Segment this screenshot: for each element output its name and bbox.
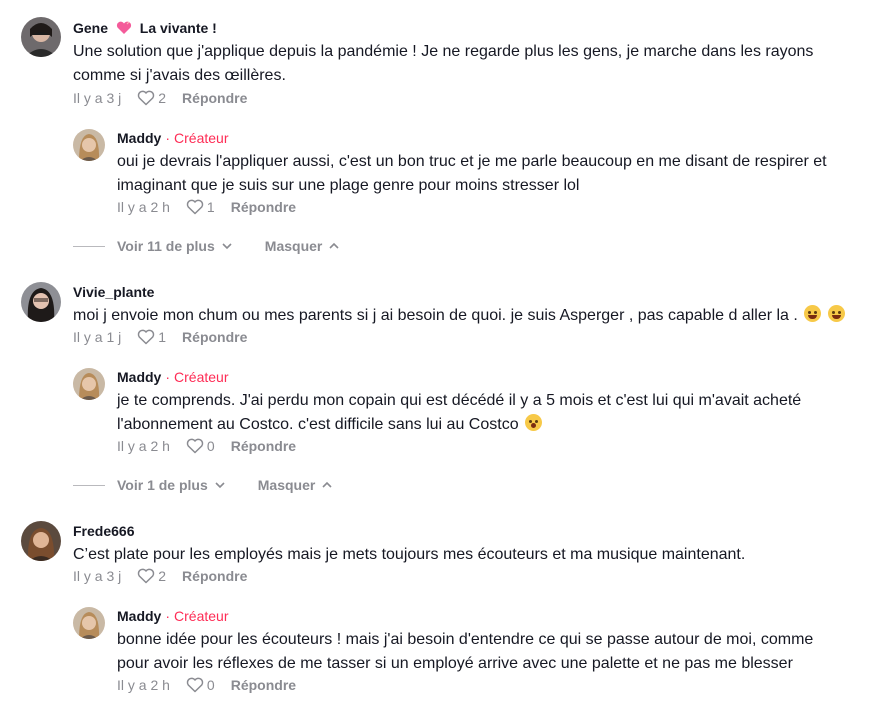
heart-outline-icon[interactable] xyxy=(186,677,204,693)
comment-line: bonne idée pour les écouteurs ! mais j'a… xyxy=(117,631,814,648)
comment-line: comme si j'avais des œillères. xyxy=(73,67,286,84)
hide-button[interactable]: Masquer xyxy=(258,477,334,493)
hide-label: Masquer xyxy=(257,477,316,493)
reply-username[interactable]: Maddy · Créateur xyxy=(117,369,228,385)
smiling-face-emoji xyxy=(827,305,845,322)
username-suffix: La vivante ! xyxy=(139,20,217,36)
replies-controls: Voir 1 de plus Masquer xyxy=(73,477,333,493)
chevron-down-icon xyxy=(222,243,232,250)
username-text[interactable]: Maddy xyxy=(117,608,161,624)
chevron-down-icon xyxy=(215,482,225,489)
like-button[interactable]: 2 xyxy=(137,568,166,584)
heart-outline-icon[interactable] xyxy=(137,90,155,106)
comment-time: Il y a 2 h xyxy=(117,438,170,454)
divider xyxy=(73,484,105,486)
comment-username[interactable]: Vivie_plante xyxy=(73,284,154,300)
smiling-face-emoji xyxy=(804,305,822,322)
reply-meta: Il y a 2 h 0 Répondre xyxy=(117,677,296,693)
reply-text: oui je devrais l'appliquer aussi, c'est … xyxy=(117,150,827,198)
heart-outline-icon[interactable] xyxy=(186,199,204,215)
like-button[interactable]: 1 xyxy=(137,329,166,345)
comment-text: C’est plate pour les employés mais je me… xyxy=(73,543,745,567)
like-count: 1 xyxy=(206,199,215,215)
creator-badge: Créateur xyxy=(174,130,229,146)
username-text[interactable]: Maddy xyxy=(117,369,161,385)
replies-controls: Voir 11 de plus Masquer xyxy=(73,238,340,254)
view-more-label: Voir 11 de plus xyxy=(117,238,215,254)
chevron-up-icon xyxy=(329,242,339,249)
comment-line: moi j envoie mon chum ou mes parents si … xyxy=(73,307,798,324)
comment-line: pour avoir les réflexes de me tasser si … xyxy=(117,655,793,672)
comment-meta: Il y a 3 j 2 Répondre xyxy=(73,568,247,584)
reply-button[interactable]: Répondre xyxy=(182,90,247,106)
comment-time: Il y a 2 h xyxy=(117,199,170,215)
comment-line: Une solution que j'applique depuis la pa… xyxy=(73,43,814,60)
reply-button[interactable]: Répondre xyxy=(182,568,247,584)
comment-text: Une solution que j'applique depuis la pa… xyxy=(73,40,813,88)
comment-line: je te comprends. J'ai perdu mon copain q… xyxy=(117,392,802,409)
view-more-button[interactable]: Voir 1 de plus xyxy=(117,477,226,493)
avatar[interactable] xyxy=(73,368,105,400)
like-count: 2 xyxy=(158,568,167,584)
comment-meta: Il y a 3 j 2 Répondre xyxy=(73,90,247,106)
comment-username[interactable]: Frede666 xyxy=(73,523,134,539)
reply-meta: Il y a 2 h 0 Répondre xyxy=(117,438,296,454)
reply-username[interactable]: Maddy · Créateur xyxy=(117,608,228,624)
divider xyxy=(73,245,105,247)
username-text[interactable]: Maddy xyxy=(117,130,161,146)
comment-line: C’est plate pour les employés mais je me… xyxy=(73,546,746,563)
avatar[interactable] xyxy=(73,607,105,639)
reply-button[interactable]: Répondre xyxy=(231,438,296,454)
chevron-up-icon xyxy=(322,481,332,488)
reply-meta: Il y a 2 h 1 Répondre xyxy=(117,199,296,215)
comment-line: l'abonnement au Costco. c'est difficile … xyxy=(117,416,519,433)
hide-label: Masquer xyxy=(264,238,323,254)
comment-meta: Il y a 1 j 1 Répondre xyxy=(73,329,247,345)
separator-dot: · xyxy=(165,130,171,146)
pink-heart-emoji xyxy=(116,21,132,38)
separator-dot: · xyxy=(165,608,171,624)
like-count: 2 xyxy=(158,90,167,106)
hide-button[interactable]: Masquer xyxy=(265,238,341,254)
username-text[interactable]: Gene xyxy=(73,20,108,36)
flushed-face-emoji xyxy=(525,414,543,431)
comment-username[interactable]: Gene La vivante ! xyxy=(73,20,217,38)
separator-dot: · xyxy=(165,369,171,385)
avatar[interactable] xyxy=(73,129,105,161)
like-count: 0 xyxy=(206,438,215,454)
comment-line: oui je devrais l'appliquer aussi, c'est … xyxy=(117,153,827,170)
avatar[interactable] xyxy=(21,521,61,561)
comment-text: moi j envoie mon chum ou mes parents si … xyxy=(73,304,845,328)
creator-badge: Créateur xyxy=(174,369,229,385)
avatar[interactable] xyxy=(21,282,61,322)
reply-text: bonne idée pour les écouteurs ! mais j'a… xyxy=(117,628,813,676)
reply-button[interactable]: Répondre xyxy=(231,199,296,215)
view-more-button[interactable]: Voir 11 de plus xyxy=(117,238,233,254)
heart-outline-icon[interactable] xyxy=(186,438,204,454)
comment-time: Il y a 2 h xyxy=(117,677,170,693)
like-count: 1 xyxy=(158,329,167,345)
username-text[interactable]: Vivie_plante xyxy=(73,284,154,300)
like-button[interactable]: 2 xyxy=(137,90,166,106)
comment-line: imaginant que je suis sur une plage genr… xyxy=(117,177,580,194)
comment-time: Il y a 3 j xyxy=(73,90,122,106)
reply-button[interactable]: Répondre xyxy=(182,329,247,345)
heart-outline-icon[interactable] xyxy=(137,568,155,584)
creator-badge: Créateur xyxy=(174,608,229,624)
like-button[interactable]: 0 xyxy=(186,438,215,454)
reply-text: je te comprends. J'ai perdu mon copain q… xyxy=(117,389,801,437)
comment-time: Il y a 3 j xyxy=(73,568,122,584)
avatar[interactable] xyxy=(21,17,61,57)
like-button[interactable]: 1 xyxy=(186,199,215,215)
comment-time: Il y a 1 j xyxy=(73,329,122,345)
reply-username[interactable]: Maddy · Créateur xyxy=(117,130,228,146)
username-text[interactable]: Frede666 xyxy=(73,523,134,539)
reply-button[interactable]: Répondre xyxy=(231,677,296,693)
view-more-label: Voir 1 de plus xyxy=(117,477,208,493)
like-count: 0 xyxy=(206,677,215,693)
heart-outline-icon[interactable] xyxy=(137,329,155,345)
like-button[interactable]: 0 xyxy=(186,677,215,693)
